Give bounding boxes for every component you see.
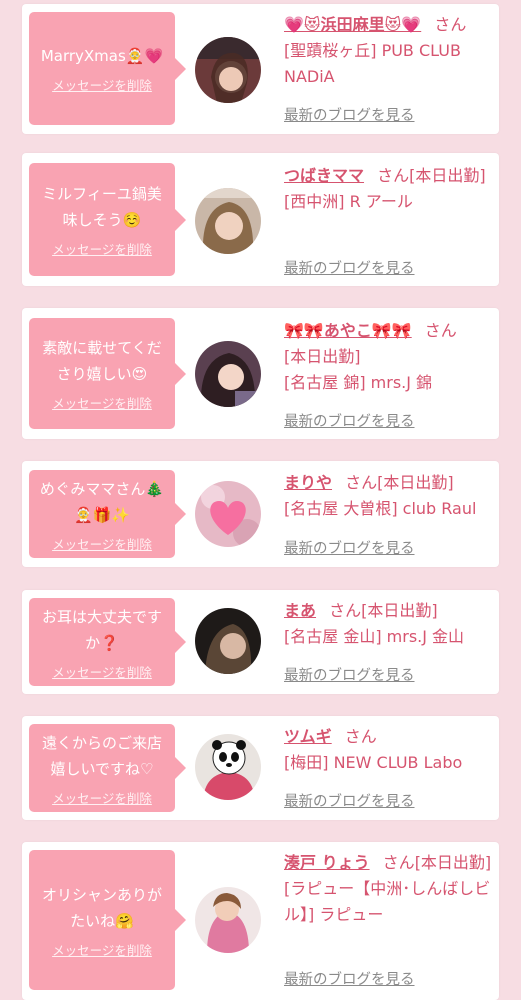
message-bubble: MarryXmas🤶💗 メッセージを削除	[29, 12, 186, 125]
avatar-photo-icon	[195, 341, 261, 407]
avatar[interactable]	[195, 608, 261, 674]
shop-name: [梅田] NEW CLUB Labo	[284, 753, 463, 772]
delete-message-link[interactable]: メッセージを削除	[52, 534, 152, 553]
attendance-status: [本日出勤]	[361, 601, 438, 620]
avatar[interactable]	[195, 481, 261, 547]
attendance-status: [本日出勤]	[414, 853, 492, 872]
sender-name[interactable]: 🎀🎀あやこ🎀🎀	[284, 321, 412, 340]
message-card: ミルフィーユ鍋美味しそう☺️ メッセージを削除 つばきママ さん[本日出勤] […	[22, 153, 499, 286]
sender-name[interactable]: ツムギ	[284, 727, 332, 746]
honorific: さん	[345, 473, 378, 492]
message-bubble: 遠くからのご来店嬉しいですね♡ メッセージを削除	[29, 724, 186, 812]
sender-info: つばきママ さん[本日出勤] [西中洲] R アール	[284, 163, 494, 215]
sender-info: まあ さん[本日出勤] [名古屋 金山] mrs.J 金山	[284, 598, 494, 650]
sender-name[interactable]: つばきママ	[284, 166, 364, 185]
delete-message-link[interactable]: メッセージを削除	[52, 940, 152, 959]
message-bubble: めぐみママさん🎄🤶🎁✨ メッセージを削除	[29, 470, 186, 558]
delete-message-link[interactable]: メッセージを削除	[52, 75, 152, 94]
latest-blog-link[interactable]: 最新のブログを見る	[284, 257, 415, 278]
shop-name: [ラピュー【中洲･しんばしビル】] ラピュー	[284, 879, 491, 924]
honorific: さん	[344, 727, 377, 746]
latest-blog-link[interactable]: 最新のブログを見る	[284, 537, 415, 558]
honorific: さん	[424, 321, 457, 340]
message-card: 素敵に載せてくださり嬉しい😍 メッセージを削除 🎀🎀あやこ🎀🎀 さん [本日出勤…	[22, 308, 499, 439]
message-bubble: オリシャンありがたいね🤗 メッセージを削除	[29, 850, 186, 990]
avatar[interactable]	[195, 341, 261, 407]
message-card: オリシャンありがたいね🤗 メッセージを削除 湊戸 りょう さん[本日出勤] [ラ…	[22, 842, 499, 1000]
sender-name[interactable]: まあ	[284, 601, 316, 620]
message-text: お耳は大丈夫ですか❓	[41, 607, 162, 652]
latest-blog-link[interactable]: 最新のブログを見る	[284, 664, 415, 685]
delete-message-link[interactable]: メッセージを削除	[52, 239, 152, 258]
shop-name: [聖蹟桜ヶ丘] PUB CLUB NADiA	[284, 41, 461, 86]
latest-blog-link[interactable]: 最新のブログを見る	[284, 968, 415, 989]
honorific: さん	[382, 853, 415, 872]
honorific: さん	[434, 15, 467, 34]
avatar-photo-icon	[195, 188, 261, 254]
latest-blog-link[interactable]: 最新のブログを見る	[284, 790, 415, 811]
message-text: ミルフィーユ鍋美味しそう☺️	[42, 185, 162, 229]
attendance-status: [本日出勤]	[284, 347, 361, 366]
sender-info: 🎀🎀あやこ🎀🎀 さん [本日出勤] [名古屋 錦] mrs.J 錦	[284, 318, 494, 396]
message-bubble: お耳は大丈夫ですか❓ メッセージを削除	[29, 598, 186, 686]
latest-blog-link[interactable]: 最新のブログを見る	[284, 410, 415, 431]
avatar[interactable]	[195, 37, 261, 103]
message-bubble: ミルフィーユ鍋美味しそう☺️ メッセージを削除	[29, 163, 186, 276]
delete-message-link[interactable]: メッセージを削除	[52, 788, 152, 807]
sender-info: 💗😻浜田麻里😻💗 さん [聖蹟桜ヶ丘] PUB CLUB NADiA	[284, 12, 494, 90]
message-card: 遠くからのご来店嬉しいですね♡ メッセージを削除 ツムギ さん [梅田] NEW…	[22, 716, 499, 820]
honorific: さん	[329, 601, 362, 620]
message-text: 素敵に載せてくださり嬉しい😍	[42, 339, 162, 383]
delete-message-link[interactable]: メッセージを削除	[52, 662, 152, 681]
message-text: オリシャンありがたいね🤗	[41, 885, 162, 930]
sender-name[interactable]: まりや	[284, 473, 332, 492]
avatar[interactable]	[195, 734, 261, 800]
message-card: お耳は大丈夫ですか❓ メッセージを削除 まあ さん[本日出勤] [名古屋 金山]…	[22, 590, 499, 694]
message-text: めぐみママさん🎄🤶🎁✨	[39, 479, 165, 524]
attendance-status: [本日出勤]	[377, 473, 454, 492]
attendance-status: [本日出勤]	[409, 166, 486, 185]
message-text: 遠くからのご来店嬉しいですね♡	[41, 733, 162, 778]
avatar-photo-icon	[195, 887, 261, 953]
avatar[interactable]	[195, 188, 261, 254]
sender-info: まりや さん[本日出勤] [名古屋 大曽根] club Raul	[284, 470, 494, 522]
message-card: めぐみママさん🎄🤶🎁✨ メッセージを削除 まりや さん[本日出勤] [名古屋 大…	[22, 461, 499, 567]
sender-name[interactable]: 湊戸 りょう	[284, 853, 370, 872]
sender-name[interactable]: 💗😻浜田麻里😻💗	[284, 15, 421, 34]
avatar-photo-icon	[195, 37, 261, 103]
delete-message-link[interactable]: メッセージを削除	[52, 393, 152, 412]
latest-blog-link[interactable]: 最新のブログを見る	[284, 104, 415, 125]
honorific: さん	[377, 166, 410, 185]
message-bubble: 素敵に載せてくださり嬉しい😍 メッセージを削除	[29, 318, 186, 429]
message-text: MarryXmas🤶💗	[40, 47, 164, 65]
shop-name: [西中洲] R アール	[284, 192, 413, 211]
heart-avatar-icon	[195, 481, 261, 547]
avatar-photo-icon	[195, 608, 261, 674]
panda-avatar-icon	[195, 734, 261, 800]
shop-name: [名古屋 錦] mrs.J 錦	[284, 373, 433, 392]
sender-info: 湊戸 りょう さん[本日出勤] [ラピュー【中洲･しんばしビル】] ラピュー	[284, 850, 494, 928]
shop-name: [名古屋 金山] mrs.J 金山	[284, 627, 465, 646]
avatar[interactable]	[195, 887, 261, 953]
message-card: MarryXmas🤶💗 メッセージを削除 💗😻浜田麻里😻💗 さん [聖蹟桜ヶ丘]…	[22, 4, 499, 134]
sender-info: ツムギ さん [梅田] NEW CLUB Labo	[284, 724, 494, 776]
shop-name: [名古屋 大曽根] club Raul	[284, 499, 477, 518]
